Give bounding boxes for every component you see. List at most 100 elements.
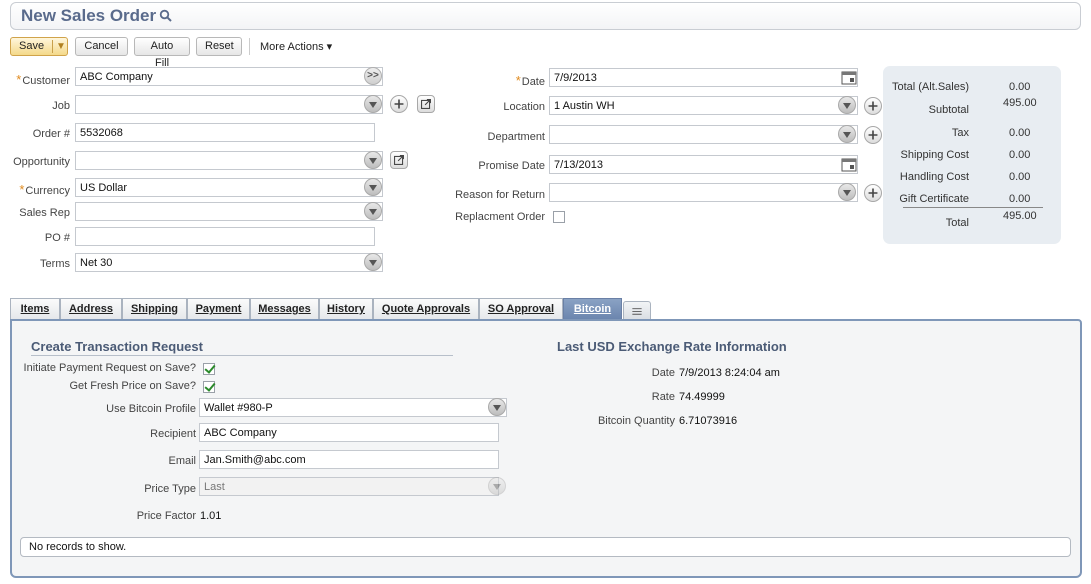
date-field[interactable]: 7/9/2013 <box>549 68 858 87</box>
location-label: Location <box>503 101 545 113</box>
reason-for-return-label: Reason for Return <box>455 189 545 201</box>
bitcoin-profile-label: Use Bitcoin Profile <box>106 403 196 415</box>
recipient-label: Recipient <box>150 428 196 440</box>
create-transaction-title: Create Transaction Request <box>31 339 203 354</box>
price-factor-label: Price Factor <box>136 510 196 522</box>
bitcoin-quantity-label: Bitcoin Quantity <box>597 415 675 427</box>
search-icon[interactable] <box>159 9 173 23</box>
add-job-plus-icon[interactable] <box>390 95 408 113</box>
toolbar-divider <box>249 38 250 55</box>
fresh-price-checkbox[interactable] <box>203 381 215 393</box>
tab-quote-approvals[interactable]: Quote Approvals <box>373 298 479 320</box>
gift-certificate-value: 0.00 <box>1009 193 1031 205</box>
records-grid: No records to show. <box>20 537 1071 557</box>
total-value: 495.00 <box>1003 210 1037 222</box>
dropdown-arrow-icon[interactable] <box>364 253 382 271</box>
opportunity-field[interactable] <box>75 151 383 170</box>
price-type-field: Last <box>199 477 499 496</box>
dropdown-arrow-icon[interactable] <box>488 398 506 416</box>
customer-field[interactable]: ABC Company <box>75 67 383 86</box>
dropdown-arrow-icon[interactable] <box>364 95 382 113</box>
terms-field[interactable]: Net 30 <box>75 253 383 272</box>
opportunity-label: Opportunity <box>13 156 70 168</box>
tab-shipping[interactable]: Shipping <box>122 298 187 320</box>
tax-label: Tax <box>951 127 969 139</box>
po-number-field[interactable] <box>75 227 375 246</box>
department-field[interactable] <box>549 125 858 144</box>
total-label: Total <box>945 217 969 229</box>
tab-menu-icon[interactable] <box>623 301 651 320</box>
totals-panel: Total (Alt.Sales) 0.00 Subtotal 495.00 T… <box>883 66 1061 244</box>
date-label: *Date <box>515 73 545 88</box>
email-field[interactable]: Jan.Smith@abc.com <box>199 450 499 469</box>
save-button-divider <box>52 40 53 53</box>
dropdown-arrow-icon[interactable] <box>364 202 382 220</box>
currency-field[interactable]: US Dollar <box>75 178 383 197</box>
order-number-field[interactable]: 5532068 <box>75 123 375 142</box>
dropdown-arrow-icon[interactable] <box>838 96 856 114</box>
recipient-field[interactable]: ABC Company <box>199 423 499 442</box>
initiate-payment-checkbox[interactable] <box>203 363 215 375</box>
tab-history[interactable]: History <box>319 298 373 320</box>
po-number-label: PO # <box>44 232 70 244</box>
handling-cost-value: 0.00 <box>1009 171 1031 183</box>
rate-date-value: 7/9/2013 8:24:04 am <box>679 367 780 379</box>
sales-rep-label: Sales Rep <box>19 207 70 219</box>
shipping-cost-label: Shipping Cost <box>900 149 970 161</box>
dropdown-arrow-icon[interactable] <box>364 151 382 169</box>
tax-value: 0.00 <box>1009 127 1031 139</box>
promise-date-field[interactable]: 7/13/2013 <box>549 155 858 174</box>
calendar-icon[interactable] <box>841 158 857 172</box>
open-external-icon[interactable] <box>390 151 408 169</box>
reset-button[interactable]: Reset <box>196 37 242 56</box>
dropdown-arrow-icon[interactable] <box>364 178 382 196</box>
tab-so-approval[interactable]: SO Approval <box>479 298 563 320</box>
replacement-order-checkbox[interactable] <box>553 211 565 223</box>
rate-value: 74.49999 <box>679 391 725 403</box>
totals-divider <box>903 207 1043 208</box>
email-label: Email <box>168 455 196 467</box>
dropdown-arrow-icon[interactable] <box>838 125 856 143</box>
subtotal-label: Subtotal <box>928 104 969 116</box>
shipping-cost-value: 0.00 <box>1009 149 1031 161</box>
required-icon: * <box>515 73 521 88</box>
currency-label: *Currency <box>19 182 70 197</box>
subtotal-value: 495.00 <box>1003 97 1037 109</box>
tab-items[interactable]: Items <box>10 298 60 320</box>
chevron-right-icon[interactable]: >> <box>364 67 382 85</box>
tab-bitcoin[interactable]: Bitcoin <box>563 298 622 320</box>
required-icon: * <box>19 182 25 197</box>
add-department-plus-icon[interactable] <box>864 126 882 144</box>
job-label: Job <box>52 100 70 112</box>
chevron-down-icon[interactable]: ▼ <box>56 38 66 55</box>
cancel-button[interactable]: Cancel <box>75 37 128 56</box>
handling-cost-label: Handling Cost <box>899 171 969 183</box>
rate-label: Rate <box>651 391 675 403</box>
dropdown-arrow-icon <box>488 477 506 495</box>
fresh-price-label: Get Fresh Price on Save? <box>69 380 196 392</box>
auto-fill-button[interactable]: Auto Fill <box>134 37 190 69</box>
save-button-label: Save <box>19 40 45 52</box>
more-actions-menu[interactable]: More Actions ▾ <box>260 40 332 53</box>
required-icon: * <box>16 72 22 87</box>
title-bar: New Sales Order <box>10 2 1081 30</box>
tab-address[interactable]: Address <box>60 298 122 320</box>
sales-rep-field[interactable] <box>75 202 383 221</box>
reason-for-return-field[interactable] <box>549 183 858 202</box>
section-divider <box>31 355 453 356</box>
initiate-payment-label: Initiate Payment Request on Save? <box>23 362 196 374</box>
save-button[interactable]: Save ▼ <box>10 37 68 56</box>
tab-payment[interactable]: Payment <box>187 298 250 320</box>
tab-messages[interactable]: Messages <box>250 298 319 320</box>
location-field[interactable]: 1 Austin WH <box>549 96 858 115</box>
job-field[interactable] <box>75 95 383 114</box>
calendar-icon[interactable] <box>841 71 857 85</box>
add-reason-plus-icon[interactable] <box>864 184 882 202</box>
price-factor-value: 1.01 <box>200 510 222 522</box>
page-title: New Sales Order <box>21 6 157 25</box>
dropdown-arrow-icon[interactable] <box>838 183 856 201</box>
bitcoin-profile-field[interactable]: Wallet #980-P <box>199 398 507 417</box>
add-location-plus-icon[interactable] <box>864 97 882 115</box>
total-alt-sales-value: 0.00 <box>1009 81 1031 93</box>
gift-certificate-label: Gift Certificate <box>899 193 969 205</box>
